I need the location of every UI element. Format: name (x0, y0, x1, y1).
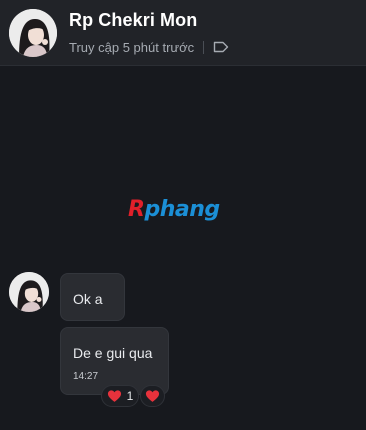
message-bubble[interactable]: Ok a (60, 273, 125, 321)
status-divider (203, 40, 205, 54)
watermark-letter: R (128, 197, 145, 222)
last-seen-status: Truy cập 5 phút trước (69, 39, 195, 55)
add-reaction-button[interactable] (140, 385, 165, 407)
tag-icon[interactable] (213, 41, 229, 53)
sender-avatar[interactable] (9, 272, 49, 312)
heart-icon (107, 390, 121, 402)
reaction-summary[interactable]: 1 (101, 385, 139, 407)
contact-name[interactable]: Rp Chekri Mon (69, 10, 197, 31)
watermark-word: phang (144, 197, 220, 222)
reaction-count: 1 (126, 389, 134, 403)
heart-icon (145, 390, 160, 402)
message-text: Ok a (73, 291, 103, 307)
status-row: Truy cập 5 phút trước (69, 39, 229, 55)
chat-header: Rp Chekri Mon Truy cập 5 phút trước (0, 0, 366, 66)
message-text: De e gui qua (73, 345, 153, 361)
watermark-logo: Rphang (128, 197, 220, 222)
contact-avatar[interactable] (9, 9, 57, 57)
message-timestamp: 14:27 (73, 371, 99, 382)
